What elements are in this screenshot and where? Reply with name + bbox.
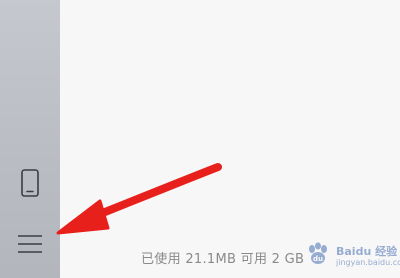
storage-status-text: 已使用 21.1MB 可用 2 GB <box>141 252 305 267</box>
phone-icon <box>21 169 39 197</box>
sidebar <box>0 0 60 278</box>
watermark-url: jingyan.baidu.com <box>336 258 400 267</box>
app-screen: 已使用 21.1MB 可用 2 GB du Baidu 经验 jingyan.b… <box>0 0 400 278</box>
device-button[interactable] <box>0 163 60 203</box>
baidu-paw-icon: du <box>309 242 327 264</box>
menu-button[interactable] <box>0 224 60 264</box>
main-content <box>60 0 400 278</box>
svg-text:du: du <box>313 255 323 263</box>
hamburger-menu-icon <box>18 235 42 253</box>
watermark-brand: Baidu 经验 <box>336 245 398 258</box>
baidu-jingyan-watermark: du Baidu 经验 jingyan.baidu.com <box>300 240 400 274</box>
